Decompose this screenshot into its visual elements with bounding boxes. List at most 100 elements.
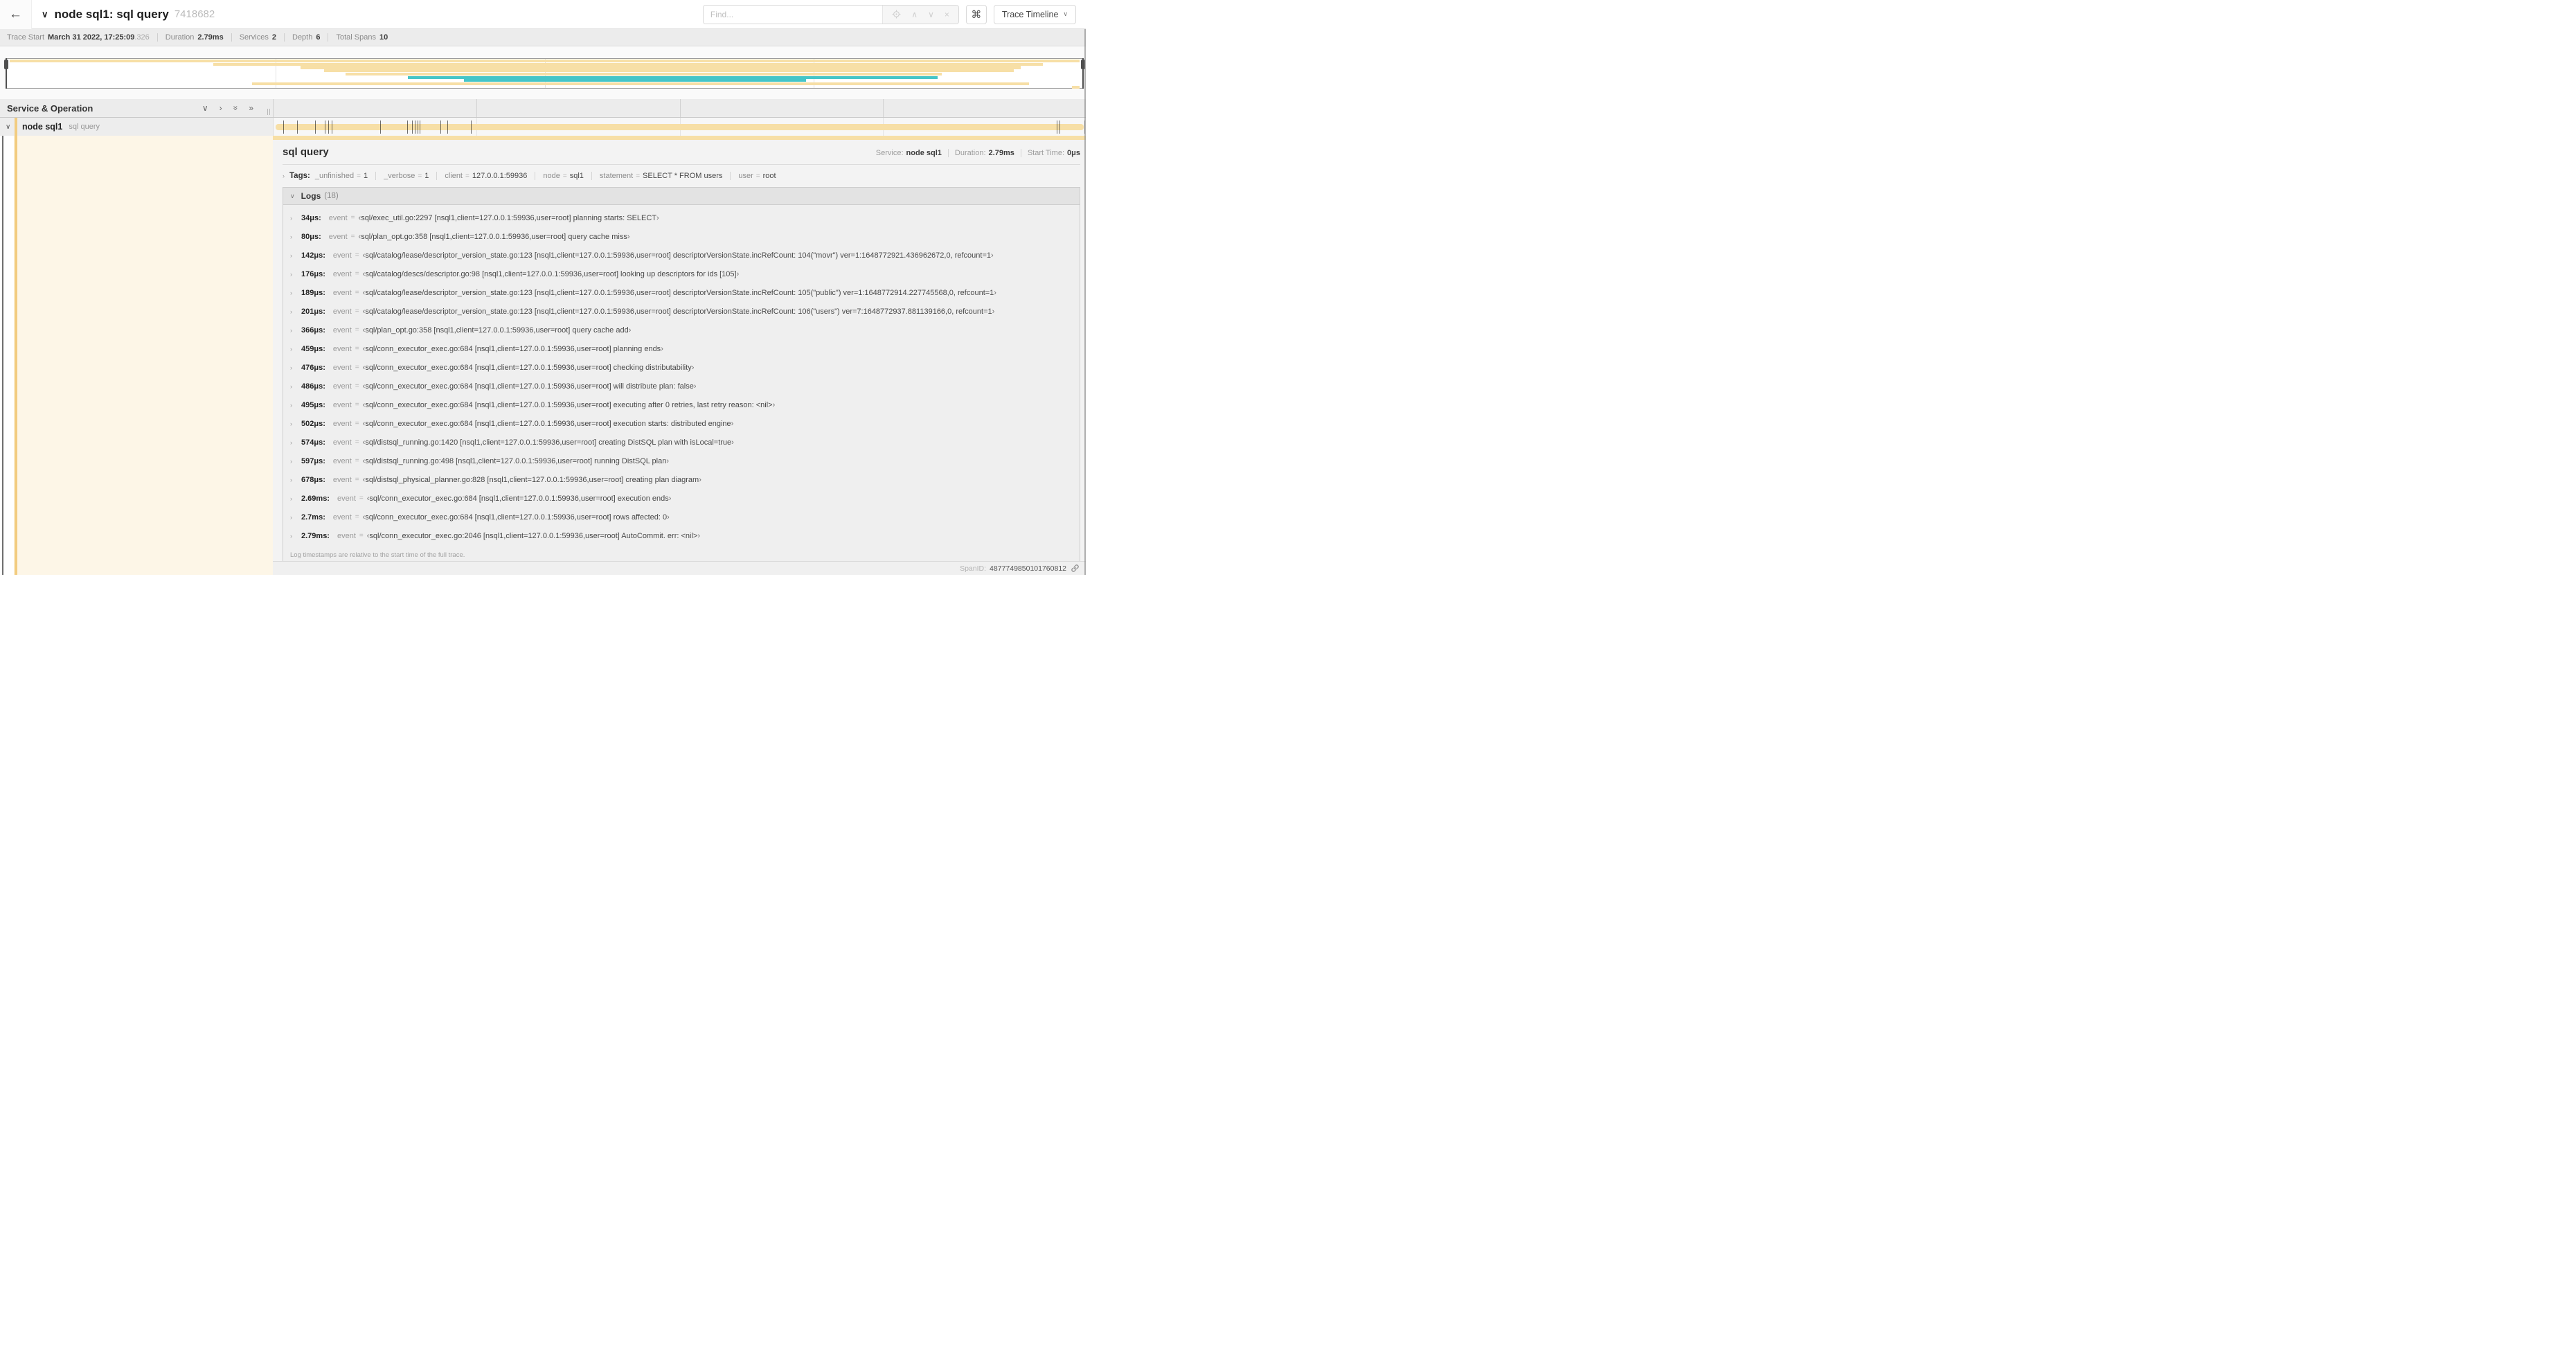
log-row[interactable]: › 486μs: event = ‹ sql/conn_executor_exe… xyxy=(290,377,1075,395)
keyboard-shortcuts-button[interactable]: ⌘ xyxy=(965,4,987,24)
log-row[interactable]: › 142μs: event = ‹ sql/catalog/lease/des… xyxy=(290,246,1075,265)
tag-item: _verbose = 1 xyxy=(375,172,429,180)
summary-item: Total Spans 10 xyxy=(328,33,388,42)
minimap-right-scrubber[interactable] xyxy=(1081,58,1085,89)
log-chevron-icon[interactable]: › xyxy=(290,514,298,521)
log-row[interactable]: › 201μs: event = ‹ sql/catalog/lease/des… xyxy=(290,302,1075,321)
log-field-name: event xyxy=(337,531,356,540)
logs-body: › 34μs: event = ‹ sql/exec_util.go:2297 … xyxy=(283,205,1080,561)
span-row[interactable]: ∨ node sql1 sql query xyxy=(0,118,1086,136)
log-row[interactable]: › 678μs: event = ‹ sql/distsql_physical_… xyxy=(290,470,1075,489)
log-message: sql/conn_executor_exec.go:684 [nsql1,cli… xyxy=(365,400,773,409)
log-chevron-icon[interactable]: › xyxy=(290,308,298,315)
service-operation-header: Service & Operation ∨ › » » xyxy=(0,99,273,117)
trace-title-chevron-icon[interactable]: ∨ xyxy=(42,9,48,20)
span-row-name-column[interactable]: ∨ node sql1 sql query xyxy=(0,118,273,136)
log-chevron-icon[interactable]: › xyxy=(290,233,298,240)
span-collapse-chevron-icon[interactable]: ∨ xyxy=(6,123,14,131)
log-chevron-icon[interactable]: › xyxy=(290,476,298,483)
log-row[interactable]: › 495μs: event = ‹ sql/conn_executor_exe… xyxy=(290,395,1075,414)
log-row[interactable]: › 2.79ms: event = ‹ sql/conn_executor_ex… xyxy=(290,526,1075,545)
log-row[interactable]: › 476μs: event = ‹ sql/conn_executor_exe… xyxy=(290,358,1075,377)
log-field-name: event xyxy=(332,288,352,297)
column-resizer-handle[interactable] xyxy=(267,109,270,115)
summary-item: Services 2 xyxy=(231,33,276,42)
log-chevron-icon[interactable]: › xyxy=(290,346,298,353)
minimap-canvas[interactable] xyxy=(4,58,1085,89)
log-row[interactable]: › 176μs: event = ‹ sql/catalog/descs/des… xyxy=(290,265,1075,283)
log-equals: = xyxy=(355,364,359,371)
collapse-one-icon[interactable]: ∨ xyxy=(202,104,208,112)
minimap-left-scrubber[interactable] xyxy=(4,58,8,89)
log-row[interactable]: › 189μs: event = ‹ sql/catalog/lease/des… xyxy=(290,283,1075,302)
log-chevron-icon[interactable]: › xyxy=(290,252,298,259)
log-row[interactable]: › 2.7ms: event = ‹ sql/conn_executor_exe… xyxy=(290,508,1075,526)
log-chevron-icon[interactable]: › xyxy=(290,364,298,371)
log-quote-close: › xyxy=(992,307,995,316)
page-title: node sql1: sql query xyxy=(54,7,169,21)
collapse-all-icon[interactable]: » xyxy=(231,106,240,111)
log-chevron-icon[interactable]: › xyxy=(290,533,298,540)
back-button[interactable]: ← xyxy=(0,0,32,29)
span-row-timeline[interactable] xyxy=(273,118,1086,136)
log-timestamp: 678μs: xyxy=(301,475,325,484)
log-row[interactable]: › 597μs: event = ‹ sql/distsql_running.g… xyxy=(290,452,1075,470)
log-row[interactable]: › 502μs: event = ‹ sql/conn_executor_exe… xyxy=(290,414,1075,433)
logs-header[interactable]: ∨ Logs (18) xyxy=(283,188,1080,205)
log-chevron-icon[interactable]: › xyxy=(290,495,298,502)
find-clear-icon[interactable]: × xyxy=(945,10,949,19)
find-prev-icon[interactable]: ∧ xyxy=(911,10,918,19)
log-equals: = xyxy=(359,532,364,540)
log-equals: = xyxy=(355,457,359,465)
log-row[interactable]: › 574μs: event = ‹ sql/distsql_running.g… xyxy=(290,433,1075,452)
meta-label: Start Time: xyxy=(1027,149,1065,157)
view-selector-button[interactable]: Trace Timeline ∨ xyxy=(993,4,1076,24)
find-input[interactable] xyxy=(703,5,883,24)
crosshair-icon[interactable] xyxy=(892,10,901,19)
log-event-tick xyxy=(471,120,472,134)
log-row[interactable]: › 459μs: event = ‹ sql/conn_executor_exe… xyxy=(290,339,1075,358)
log-equals: = xyxy=(355,289,359,296)
log-row[interactable]: › 34μs: event = ‹ sql/exec_util.go:2297 … xyxy=(290,208,1075,227)
log-chevron-icon[interactable]: › xyxy=(290,271,298,278)
tags-row[interactable]: › Tags: _unfinished = 1 _verbose = 1 cli… xyxy=(283,170,1080,182)
log-chevron-icon[interactable]: › xyxy=(290,420,298,427)
span-id-label: SpanID: xyxy=(960,564,987,573)
log-chevron-icon[interactable]: › xyxy=(290,383,298,390)
deep-link-icon[interactable] xyxy=(1071,564,1080,573)
log-row[interactable]: › 2.69ms: event = ‹ sql/conn_executor_ex… xyxy=(290,489,1075,508)
expand-all-icon[interactable]: » xyxy=(249,104,253,112)
log-chevron-icon[interactable]: › xyxy=(290,327,298,334)
find-next-icon[interactable]: ∨ xyxy=(928,10,934,19)
log-field-name: event xyxy=(332,269,352,278)
minimap-span-bar xyxy=(323,69,1014,73)
log-chevron-icon[interactable]: › xyxy=(290,458,298,465)
minimap-span-bar xyxy=(300,66,1021,69)
log-chevron-icon[interactable]: › xyxy=(290,402,298,409)
tag-item: node = sql1 xyxy=(535,172,584,180)
find-group: ∧ ∨ × xyxy=(702,4,959,24)
logs-chevron-icon[interactable]: ∨ xyxy=(290,193,295,200)
log-row[interactable]: › 366μs: event = ‹ sql/plan_opt.go:358 [… xyxy=(290,321,1075,339)
minimap-span-bar xyxy=(213,62,1044,66)
log-timestamp: 2.7ms: xyxy=(301,513,325,522)
trace-summary-bar: Trace Start March 31 2022, 17:25:09 .326… xyxy=(0,29,1086,46)
span-duration-bar[interactable] xyxy=(275,123,1084,130)
timeline-header-band: Service & Operation ∨ › » » xyxy=(0,99,1086,118)
log-chevron-icon[interactable]: › xyxy=(290,215,298,222)
tag-value: sql1 xyxy=(569,172,584,180)
summary-item: Duration 2.79ms xyxy=(156,33,224,42)
log-row[interactable]: › 80μs: event = ‹ sql/plan_opt.go:358 [n… xyxy=(290,227,1075,246)
minimap-span-bar xyxy=(408,75,938,79)
log-timestamp: 476μs: xyxy=(301,363,325,372)
tags-chevron-icon[interactable]: › xyxy=(283,172,285,179)
log-equals: = xyxy=(355,401,359,409)
tag-equals: = xyxy=(755,172,760,180)
scrubber-grip[interactable] xyxy=(4,60,8,69)
log-equals: = xyxy=(350,233,355,240)
log-chevron-icon[interactable]: › xyxy=(290,289,298,296)
tag-key: statement xyxy=(599,172,634,180)
ruler-gridline xyxy=(882,99,884,117)
expand-one-icon[interactable]: › xyxy=(220,104,222,112)
log-chevron-icon[interactable]: › xyxy=(290,439,298,446)
